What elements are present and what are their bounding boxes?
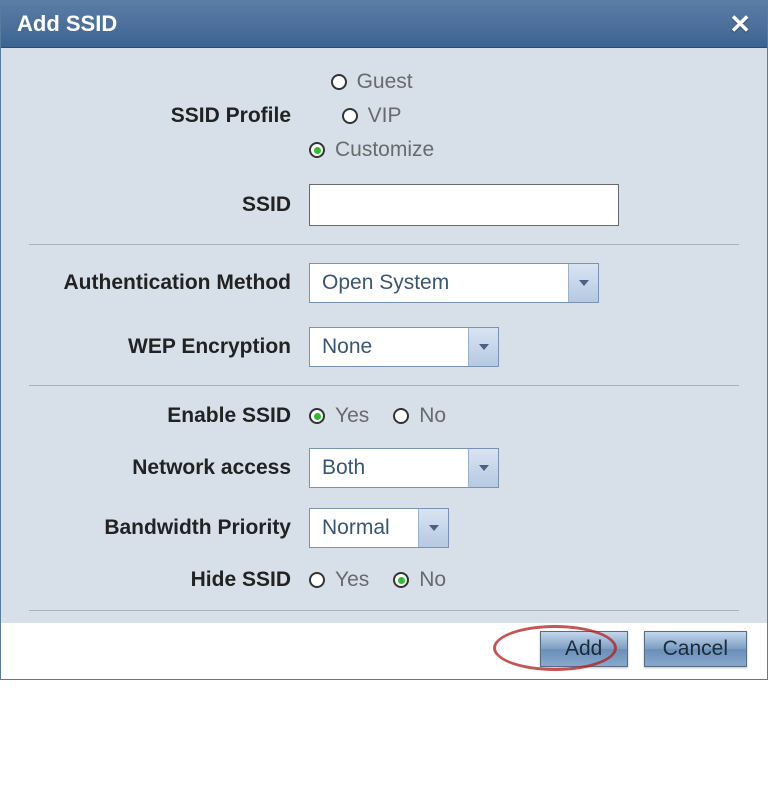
radio-icon-selected (393, 572, 409, 588)
wep-enc-control: None (309, 327, 499, 367)
radio-hide-no[interactable]: No (393, 568, 446, 592)
radio-icon (393, 408, 409, 424)
dialog-body: SSID Profile Guest VIP Customize SSID (1, 48, 767, 623)
radio-label: Customize (335, 138, 434, 162)
add-button[interactable]: Add (540, 631, 628, 667)
cancel-button[interactable]: Cancel (644, 631, 747, 667)
close-icon[interactable]: ✕ (729, 11, 751, 37)
chevron-down-icon (468, 449, 498, 487)
auth-method-select[interactable]: Open System (309, 263, 599, 303)
radio-icon-selected (309, 408, 325, 424)
dialog-footer: Add Cancel (1, 623, 767, 679)
radio-vip[interactable]: VIP (342, 104, 402, 128)
label-ssid: SSID (29, 193, 309, 217)
chevron-down-icon (568, 264, 598, 302)
radio-label: Yes (335, 404, 369, 428)
select-value: Normal (310, 509, 418, 547)
radio-icon (331, 74, 347, 90)
hide-ssid-group: Yes No (309, 568, 446, 592)
radio-icon-selected (309, 142, 325, 158)
label-wep-enc: WEP Encryption (29, 335, 309, 359)
row-ssid: SSID (29, 184, 739, 226)
radio-guest[interactable]: Guest (331, 70, 413, 94)
radio-customize[interactable]: Customize (309, 138, 434, 162)
row-hide-ssid: Hide SSID Yes No (29, 568, 739, 592)
row-enable-ssid: Enable SSID Yes No (29, 404, 739, 428)
auth-method-control: Open System (309, 263, 599, 303)
label-hide-ssid: Hide SSID (29, 568, 309, 592)
wep-encryption-select[interactable]: None (309, 327, 499, 367)
radio-label: Yes (335, 568, 369, 592)
select-value: Open System (310, 264, 568, 302)
label-network-access: Network access (29, 456, 309, 480)
add-ssid-dialog: Add SSID ✕ SSID Profile Guest VIP Custom… (0, 0, 768, 680)
row-bandwidth-priority: Bandwidth Priority Normal (29, 508, 739, 548)
separator (29, 610, 739, 611)
radio-label: VIP (368, 104, 402, 128)
label-enable-ssid: Enable SSID (29, 404, 309, 428)
row-wep-encryption: WEP Encryption None (29, 327, 739, 367)
network-access-control: Both (309, 448, 499, 488)
radio-label: No (419, 568, 446, 592)
label-ssid-profile: SSID Profile (29, 70, 309, 128)
radio-label: No (419, 404, 446, 428)
radio-icon (309, 572, 325, 588)
row-auth-method: Authentication Method Open System (29, 263, 739, 303)
ssid-control (309, 184, 619, 226)
ssid-profile-group: Guest VIP Customize (309, 70, 434, 162)
label-auth-method: Authentication Method (29, 271, 309, 295)
bandwidth-priority-control: Normal (309, 508, 449, 548)
radio-hide-yes[interactable]: Yes (309, 568, 369, 592)
select-value: Both (310, 449, 468, 487)
network-access-select[interactable]: Both (309, 448, 499, 488)
row-ssid-profile: SSID Profile Guest VIP Customize (29, 70, 739, 162)
separator (29, 385, 739, 386)
separator (29, 244, 739, 245)
select-value: None (310, 328, 468, 366)
chevron-down-icon (418, 509, 448, 547)
radio-icon (342, 108, 358, 124)
enable-ssid-group: Yes No (309, 404, 446, 428)
row-network-access: Network access Both (29, 448, 739, 488)
radio-label: Guest (357, 70, 413, 94)
radio-enable-yes[interactable]: Yes (309, 404, 369, 428)
radio-enable-no[interactable]: No (393, 404, 446, 428)
chevron-down-icon (468, 328, 498, 366)
label-bandwidth-priority: Bandwidth Priority (29, 516, 309, 540)
ssid-input[interactable] (309, 184, 619, 226)
bandwidth-priority-select[interactable]: Normal (309, 508, 449, 548)
dialog-title: Add SSID (17, 11, 117, 37)
dialog-titlebar: Add SSID ✕ (1, 1, 767, 48)
